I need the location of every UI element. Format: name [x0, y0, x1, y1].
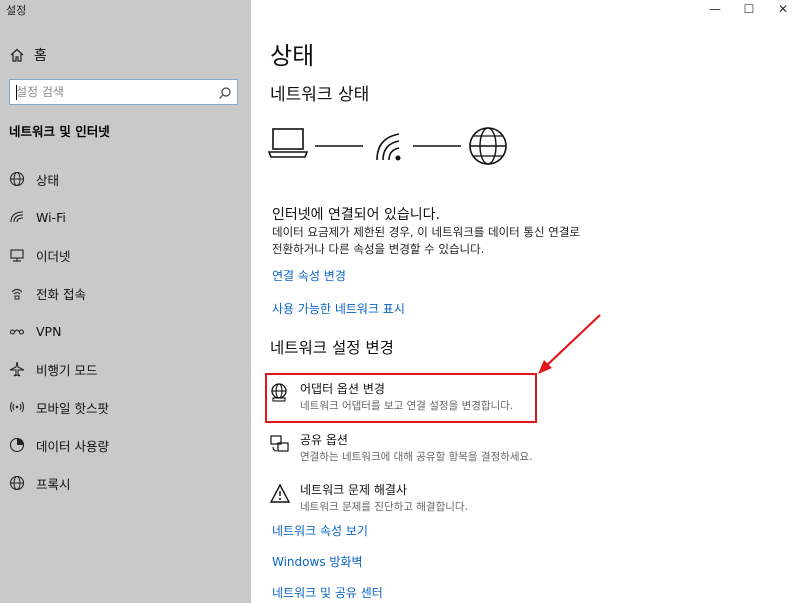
sidebar-item-label: 데이터 사용량	[36, 438, 109, 454]
sidebar-item-label: 프록시	[36, 476, 71, 492]
option-description: 네트워크 문제를 진단하고 해결합니다.	[300, 501, 468, 513]
change-network-settings-heading: 네트워크 설정 변경	[270, 339, 394, 357]
network-status-diagram	[267, 127, 507, 165]
ethernet-icon	[8, 246, 26, 264]
description-line: 전환하거나 다른 속성을 변경할 수 있습니다.	[272, 242, 485, 256]
wifi-signal-icon	[376, 133, 401, 161]
sidebar-item-label: 상태	[36, 172, 60, 188]
sidebar-item-label: 모바일 핫스팟	[36, 400, 109, 416]
highlight-box	[265, 373, 537, 423]
home-icon	[8, 46, 26, 64]
sidebar-item-wifi[interactable]: Wi-Fi	[0, 198, 251, 236]
app-title: 설정	[6, 4, 27, 17]
windows-firewall-link[interactable]: Windows 방화벽	[272, 553, 363, 570]
sidebar-item-hotspot[interactable]: 모바일 핫스팟	[0, 388, 251, 426]
description-line: 데이터 요금제가 제한된 경우, 이 네트워크를 데이터 통신 연결로	[272, 225, 580, 239]
sidebar-section-title: 네트워크 및 인터넷	[9, 124, 110, 139]
data-usage-icon	[8, 436, 26, 454]
change-connection-properties-link[interactable]: 연결 속성 변경	[272, 267, 346, 284]
home-label: 홈	[34, 48, 47, 64]
network-status-heading: 네트워크 상태	[270, 85, 370, 105]
airplane-icon	[8, 360, 26, 378]
wifi-icon	[8, 208, 26, 226]
network-troubleshooter-item[interactable]: 네트워크 문제 해결사 네트워크 문제를 진단하고 해결합니다.	[269, 481, 569, 521]
sidebar-item-label: 전화 접속	[36, 286, 86, 302]
main-content: 상태 네트워크 상태 인터넷에 연결되어 있습니다. 데이터 요금제가 제한된 …	[251, 0, 800, 603]
sidebar-item-label: Wi-Fi	[36, 209, 66, 225]
laptop-icon	[267, 128, 309, 158]
hotspot-icon	[8, 398, 26, 416]
home-nav-item[interactable]: 홈	[8, 44, 47, 66]
internet-globe-icon	[469, 127, 507, 165]
search-icon[interactable]	[218, 85, 232, 99]
option-title: 네트워크 문제 해결사	[300, 483, 407, 497]
option-description: 연결하는 네트워크에 대해 공유할 항목을 결정하세요.	[300, 451, 533, 463]
sharing-icon	[269, 433, 291, 455]
show-available-networks-link[interactable]: 사용 가능한 네트워크 표시	[272, 300, 405, 317]
warning-icon	[269, 483, 291, 505]
option-title: 공유 옵션	[300, 433, 348, 447]
vpn-icon	[8, 322, 26, 340]
metered-connection-description: 데이터 요금제가 제한된 경우, 이 네트워크를 데이터 통신 연결로 전환하거…	[272, 224, 612, 258]
page-title: 상태	[270, 42, 315, 70]
sharing-options-item[interactable]: 공유 옵션 연결하는 네트워크에 대해 공유할 항목을 결정하세요.	[269, 431, 569, 471]
red-arrow-annotation	[538, 314, 601, 374]
sidebar-nav: 상태 Wi-Fi 이더넷 전화 접속 VPN 비행기 모드 모바일 핫스팟 데이…	[0, 160, 251, 502]
sidebar-item-airplane[interactable]: 비행기 모드	[0, 350, 251, 388]
settings-search-input[interactable]	[16, 83, 216, 101]
globe-icon	[8, 474, 26, 492]
connection-status-text: 인터넷에 연결되어 있습니다.	[272, 207, 440, 223]
sidebar-item-dialup[interactable]: 전화 접속	[0, 274, 251, 312]
sidebar-item-label: 이더넷	[36, 248, 71, 264]
sidebar-item-label: VPN	[36, 323, 62, 339]
view-network-properties-link[interactable]: 네트워크 속성 보기	[272, 522, 368, 539]
sidebar-item-proxy[interactable]: 프록시	[0, 464, 251, 502]
sidebar-item-data-usage[interactable]: 데이터 사용량	[0, 426, 251, 464]
network-sharing-center-link[interactable]: 네트워크 및 공유 센터	[272, 584, 383, 601]
sidebar-item-label: 비행기 모드	[36, 362, 98, 378]
sidebar-item-status[interactable]: 상태	[0, 160, 251, 198]
globe-status-icon	[8, 170, 26, 188]
sidebar-item-ethernet[interactable]: 이더넷	[0, 236, 251, 274]
settings-search-box[interactable]	[9, 79, 238, 105]
sidebar-item-vpn[interactable]: VPN	[0, 312, 251, 350]
sidebar: 설정 홈 네트워크 및 인터넷 상태 Wi-Fi	[0, 0, 251, 603]
dialup-icon	[8, 284, 26, 302]
